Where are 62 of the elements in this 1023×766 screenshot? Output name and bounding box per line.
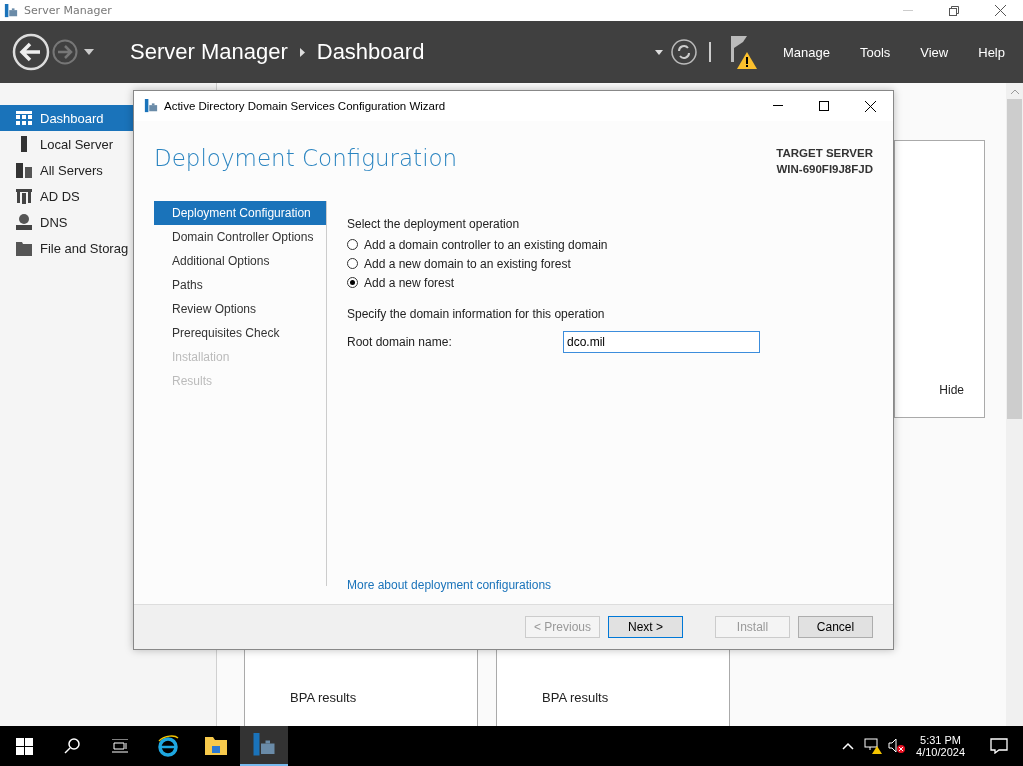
root-domain-field[interactable]: dco.mil [563, 331, 760, 353]
menu-item[interactable]: Manage [782, 44, 830, 60]
back-button[interactable] [12, 33, 50, 71]
breadcrumb-separator-icon [299, 47, 305, 57]
close-icon[interactable] [864, 100, 876, 112]
wizard-step[interactable]: Deployment Configuration [154, 201, 326, 225]
maximize-icon[interactable] [819, 101, 829, 111]
help-link[interactable]: More about deployment configurations [347, 578, 893, 592]
restore-icon[interactable] [949, 5, 959, 16]
wizard-step[interactable]: Paths [154, 273, 326, 297]
close-icon[interactable] [994, 5, 1006, 16]
menu-item[interactable]: Tools [859, 44, 891, 60]
radio-button[interactable] [347, 258, 358, 269]
speaker-muted-icon[interactable] [888, 738, 907, 754]
wizard-button[interactable]: Cancel [798, 616, 873, 638]
flag-warning-icon[interactable] [728, 34, 759, 70]
breadcrumb-app: Server Manager [130, 39, 288, 65]
chevron-up-icon[interactable] [842, 742, 855, 750]
field-label: Root domain name: [347, 335, 453, 349]
breadcrumb-page: Dashboard [316, 39, 425, 65]
page-heading: Deployment Configuration [154, 145, 458, 173]
search-icon[interactable] [64, 738, 80, 754]
wizard-step[interactable]: Domain Controller Options [154, 225, 326, 249]
browser-icon[interactable] [157, 735, 179, 757]
wizard-button[interactable]: Next > [608, 616, 683, 638]
radio-option[interactable]: Add a new forest [347, 273, 893, 292]
target-server-label: TARGET SERVER [776, 146, 873, 161]
menu-item[interactable]: View [920, 44, 949, 60]
server-manager-icon [144, 99, 158, 113]
wizard-step[interactable]: Prerequisites Check [154, 321, 326, 345]
minimize-icon[interactable] [773, 105, 783, 107]
server-manager-taskbar-button[interactable] [240, 726, 288, 766]
refresh-button[interactable] [670, 39, 697, 65]
servers-icon [16, 162, 32, 178]
hide-link[interactable]: Hide [939, 383, 964, 397]
folder-icon [16, 240, 32, 256]
radio-option[interactable]: Add a new domain to an existing forest [347, 254, 893, 273]
menu-item[interactable]: Help [978, 44, 1005, 60]
task-view-icon[interactable] [112, 739, 128, 753]
server-manager-icon [252, 733, 276, 757]
tile-label[interactable]: BPA results [542, 690, 609, 705]
radio-button[interactable] [347, 239, 358, 250]
network-warning-icon[interactable] [864, 738, 883, 754]
dropdown-icon[interactable] [654, 49, 663, 55]
wizard-step[interactable]: Review Options [154, 297, 326, 321]
window-title: Server Manager [24, 4, 113, 17]
radio-option[interactable]: Add a domain controller to an existing domain [347, 235, 893, 254]
start-icon[interactable] [15, 737, 33, 755]
operation-prompt: Select the deployment operation [347, 217, 521, 231]
scrollbar[interactable] [1006, 83, 1023, 726]
dropdown-icon[interactable] [84, 49, 94, 55]
grid-icon [16, 111, 32, 125]
speech-bubble-icon[interactable] [990, 738, 1008, 754]
target-server-name: WIN-690FI9J8FJD [776, 162, 873, 177]
server-manager-icon [4, 3, 18, 18]
radio-button[interactable] [347, 277, 358, 288]
server-rack-icon [16, 188, 32, 204]
folder-icon[interactable] [205, 737, 227, 755]
clock[interactable]: 5:31 PM 4/10/2024 [906, 734, 975, 758]
tile-label[interactable]: BPA results [290, 690, 357, 705]
domain-prompt: Specify the domain information for this operation [347, 307, 606, 321]
wizard-step[interactable]: Additional Options [154, 249, 326, 273]
